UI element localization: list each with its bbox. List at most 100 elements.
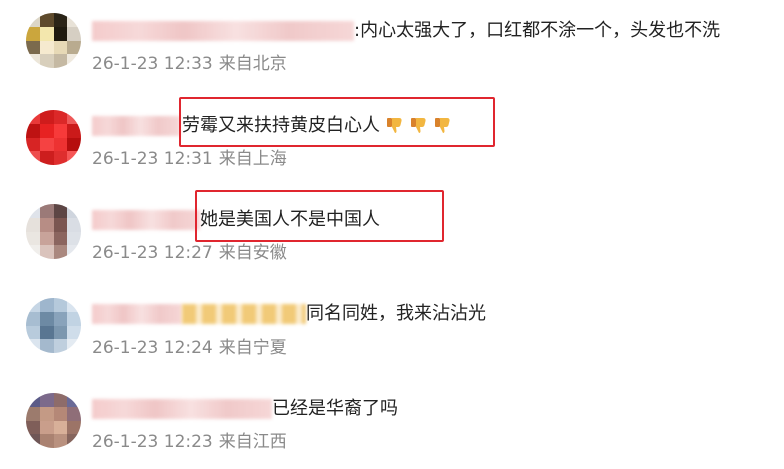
avatar-pixel xyxy=(26,434,40,448)
avatar-pixel xyxy=(26,123,40,138)
comment-location: 来自江西 xyxy=(218,432,287,452)
avatar-pixel xyxy=(26,231,40,246)
comment-meta: 26-1-23 12:27 来自安徽 xyxy=(92,242,287,264)
avatar-pixel xyxy=(26,406,40,421)
avatar-pixel xyxy=(26,13,40,27)
avatar-pixel xyxy=(26,420,40,435)
avatar-pixel xyxy=(53,54,68,68)
username-blurred[interactable] xyxy=(92,21,354,41)
avatar-pixel xyxy=(67,110,81,124)
avatar-pixel xyxy=(26,204,40,218)
avatar-pixel xyxy=(39,54,54,68)
avatar-pixel xyxy=(67,54,81,68)
avatar-pixel xyxy=(39,325,54,340)
avatar-pixel xyxy=(53,311,68,326)
username-blurred[interactable] xyxy=(92,399,272,419)
avatar-pixel xyxy=(26,311,40,326)
comment-time: 26-1-23 12:27 xyxy=(92,243,213,263)
comment-location: 来自安徽 xyxy=(218,243,287,263)
avatar-pixel xyxy=(67,204,81,218)
avatar-pixel xyxy=(67,40,81,55)
avatar-pixel xyxy=(53,393,68,407)
avatar-pixel xyxy=(26,151,40,165)
avatar-pixel xyxy=(39,13,54,27)
highlight-box xyxy=(179,97,495,147)
avatar-pixel xyxy=(26,40,40,55)
avatar-pixel xyxy=(67,325,81,340)
avatar-pixel xyxy=(53,110,68,124)
avatar-pixel xyxy=(39,298,54,312)
avatar-pixel xyxy=(67,13,81,27)
avatar-pixel xyxy=(53,339,68,353)
comment-text: 同名同姓，我来沾沾光 xyxy=(306,303,486,324)
username-blurred[interactable] xyxy=(92,116,180,136)
avatar-pixel xyxy=(53,245,68,259)
comment-location: 来自宁夏 xyxy=(218,338,287,358)
avatar-pixel xyxy=(67,420,81,435)
avatar-pixel xyxy=(53,231,68,246)
avatar-pixel xyxy=(39,231,54,246)
comment-location: 来自上海 xyxy=(218,149,287,169)
avatar-pixel xyxy=(67,298,81,312)
avatar-pixel xyxy=(39,204,54,218)
avatar-pixel xyxy=(67,434,81,448)
comment-meta: 26-1-23 12:24 来自宁夏 xyxy=(92,337,287,359)
avatar-pixel xyxy=(53,325,68,340)
avatar-pixel xyxy=(67,217,81,232)
avatar-pixel xyxy=(39,406,54,421)
avatar[interactable] xyxy=(26,13,81,68)
comment-meta: 26-1-23 12:33 来自北京 xyxy=(92,53,287,75)
avatar-pixel xyxy=(53,123,68,138)
avatar-pixel xyxy=(39,151,54,165)
avatar-pixel xyxy=(67,137,81,152)
avatar-pixel xyxy=(39,393,54,407)
avatar-pixel xyxy=(53,26,68,41)
username-blurred[interactable] xyxy=(92,304,182,324)
highlight-box xyxy=(195,190,444,242)
avatar-pixel xyxy=(67,123,81,138)
avatar-pixel xyxy=(26,339,40,353)
avatar-pixel xyxy=(67,151,81,165)
avatar-pixel xyxy=(39,217,54,232)
avatar-pixel xyxy=(26,26,40,41)
avatar-pixel xyxy=(53,204,68,218)
avatar-pixel xyxy=(67,311,81,326)
comment-text: :内心太强大了，口红都不涂一个，头发也不洗 xyxy=(354,20,721,41)
avatar[interactable] xyxy=(26,393,81,448)
avatar-pixel xyxy=(39,110,54,124)
comment-meta: 26-1-23 12:31 来自上海 xyxy=(92,148,287,170)
username-blurred[interactable] xyxy=(92,210,200,230)
avatar[interactable] xyxy=(26,110,81,165)
avatar-pixel xyxy=(67,231,81,246)
emoji-blurred xyxy=(182,304,306,324)
avatar-pixel xyxy=(26,325,40,340)
avatar-pixel xyxy=(39,26,54,41)
avatar-pixel xyxy=(26,137,40,152)
comment-time: 26-1-23 12:33 xyxy=(92,54,213,74)
avatar-pixel xyxy=(53,406,68,421)
avatar-pixel xyxy=(53,298,68,312)
avatar-pixel xyxy=(67,245,81,259)
comment-text: 已经是华裔了吗 xyxy=(272,398,398,419)
avatar[interactable] xyxy=(26,298,81,353)
avatar-pixel xyxy=(53,13,68,27)
avatar-pixel xyxy=(26,393,40,407)
avatar-pixel xyxy=(26,110,40,124)
avatar[interactable] xyxy=(26,204,81,259)
comment-location: 来自北京 xyxy=(218,54,287,74)
avatar-pixel xyxy=(39,40,54,55)
comment-time: 26-1-23 12:31 xyxy=(92,149,213,169)
avatar-pixel xyxy=(67,406,81,421)
comment-meta: 26-1-23 12:23 来自江西 xyxy=(92,431,287,453)
avatar-pixel xyxy=(53,420,68,435)
avatar-pixel xyxy=(39,123,54,138)
avatar-pixel xyxy=(39,339,54,353)
avatar-pixel xyxy=(53,137,68,152)
avatar-pixel xyxy=(53,217,68,232)
avatar-pixel xyxy=(26,54,40,68)
avatar-pixel xyxy=(39,245,54,259)
comment-time: 26-1-23 12:23 xyxy=(92,432,213,452)
avatar-pixel xyxy=(39,420,54,435)
avatar-pixel xyxy=(26,217,40,232)
avatar-pixel xyxy=(67,393,81,407)
